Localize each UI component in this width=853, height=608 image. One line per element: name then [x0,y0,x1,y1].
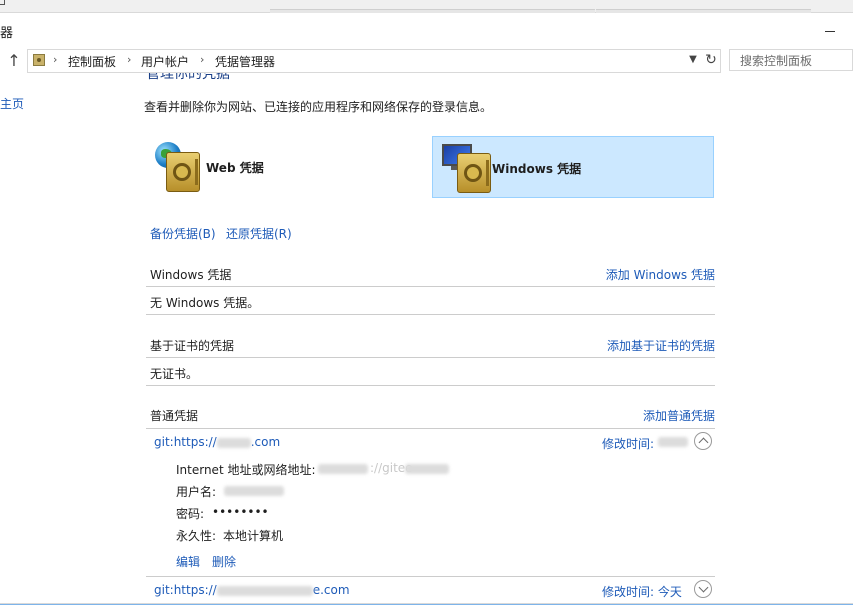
modified-value: 今天 [657,585,682,599]
section-divider [146,385,715,386]
control-panel-icon [33,54,45,66]
window-title: 器 [0,26,14,41]
breadcrumb-user-accounts[interactable]: 用户帐户 [141,53,189,70]
username-label: 用户名: [176,485,217,499]
credential-url-suffix: e.com [312,583,350,597]
credential-url-prefix: git:https:// [154,583,217,597]
section-divider [146,576,715,577]
redacted-text [224,486,284,496]
redacted-text [318,464,368,474]
corner-mark [0,0,5,5]
page-title-text: 管理你的凭据 [146,73,230,82]
delete-credential-link[interactable]: 删除 [212,553,236,570]
redacted-text [658,437,688,447]
bottom-border [0,603,853,608]
password-value: •••••••• [212,505,269,519]
credential-modified: 修改时间: [602,435,654,452]
breadcrumb-control-panel[interactable]: 控制面板 [68,53,116,70]
credential-url-prefix: git:https:// [154,435,217,449]
certificate-empty-text: 无证书。 [150,367,199,381]
credential-url[interactable]: git:https:// e.com [154,583,350,597]
chevron-right-icon: › [200,53,205,66]
refresh-icon[interactable]: ↻ [704,51,718,69]
search-box[interactable] [729,49,853,71]
windows-credentials-tile[interactable]: Windows 凭据 [432,136,714,198]
add-generic-credential-link[interactable]: 添加普通凭据 [560,407,715,424]
section-divider [146,286,715,287]
chevron-up-icon[interactable] [694,432,712,450]
add-certificate-credential-link[interactable]: 添加基于证书的凭据 [560,337,715,354]
vault-icon [166,152,200,192]
chevron-down-icon[interactable]: ▼ [686,52,700,68]
address-bar[interactable]: › 控制面板 › 用户帐户 › 凭据管理器 ▼ ↻ [27,49,721,73]
up-arrow-button[interactable]: ↑ [6,51,22,71]
modified-label: 修改时间: [602,437,655,451]
backup-credentials-link[interactable]: 备份凭据(B) [150,225,216,242]
redacted-text [216,585,313,596]
web-credentials-tile[interactable]: Web 凭据 [150,136,420,198]
add-windows-credential-link[interactable]: 添加 Windows 凭据 [560,266,715,283]
certificate-credentials-section-title: 基于证书的凭据 [150,339,235,353]
chevron-right-icon: › [127,53,132,66]
vault-icon [457,153,491,193]
redacted-text [405,464,449,474]
credential-url[interactable]: git:https:// .com [154,435,280,449]
chevron-down-icon[interactable] [694,580,712,598]
page-title: 管理你的凭据 [146,73,230,86]
address-label: Internet 地址或网络地址: [176,463,316,477]
restore-credentials-link[interactable]: 还原凭据(R) [226,225,292,242]
section-divider [146,357,715,358]
generic-credentials-section-title: 普通凭据 [150,409,199,423]
search-input[interactable] [738,51,852,71]
windows-credentials-label: Windows 凭据 [492,162,582,176]
page-description: 查看并删除你为网站、已连接的应用程序和网络保存的登录信息。 [144,100,493,114]
nav-home-link[interactable]: 主页 [0,95,24,112]
breadcrumb-credential-manager[interactable]: 凭据管理器 [215,53,275,70]
password-label: 密码: [176,507,205,521]
credential-modified: 修改时间: 今天 [602,583,682,600]
persistence-label: 永久性: [176,529,217,543]
web-credentials-label: Web 凭据 [206,161,264,175]
chevron-right-icon: › [53,53,58,66]
window-title-bar: 器 [0,13,853,47]
section-divider [146,314,715,315]
persistence-value: 本地计算机 [223,529,284,543]
modified-label: 修改时间: [602,585,655,599]
credential-url-suffix: .com [250,435,281,449]
bottom-accent-line [0,604,853,605]
minimize-button[interactable] [818,15,842,41]
windows-credentials-empty-text: 无 Windows 凭据。 [150,296,260,310]
window-top-strip [0,0,853,13]
redacted-text [216,437,251,448]
edit-credential-link[interactable]: 编辑 [176,553,200,570]
windows-credentials-section-title: Windows 凭据 [150,268,232,282]
